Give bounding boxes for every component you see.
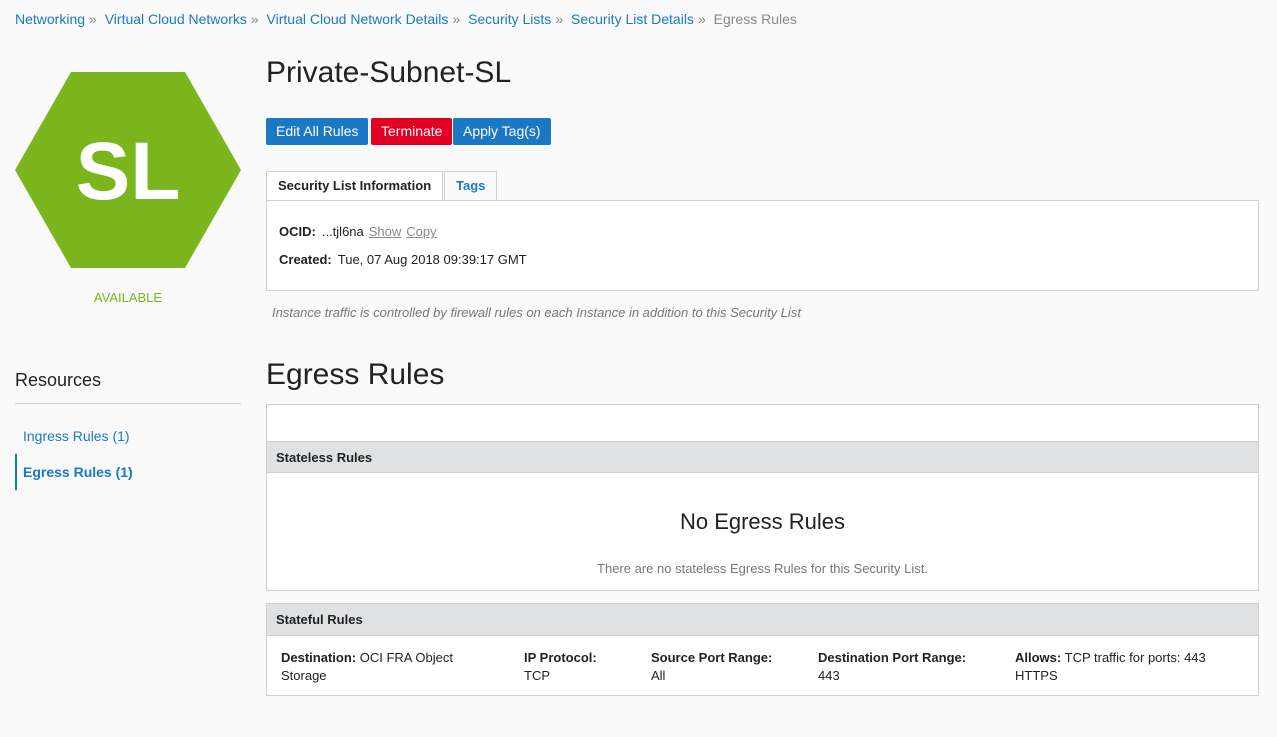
- breadcrumb-networking[interactable]: Networking: [15, 11, 85, 27]
- breadcrumb-separator: »: [89, 11, 97, 27]
- status-badge: AVAILABLE: [93, 290, 163, 305]
- tab-tags[interactable]: Tags: [444, 171, 498, 201]
- rule-allows: Allows: TCP traffic for ports: 443 HTTPS: [1015, 649, 1225, 685]
- dest-port-value: 443: [818, 668, 840, 683]
- breadcrumb-separator: »: [250, 11, 259, 27]
- page-title: Private-Subnet-SL: [266, 56, 512, 89]
- created-value: Tue, 07 Aug 2018 09:39:17 GMT: [337, 252, 527, 267]
- breadcrumb-separator: »: [555, 11, 564, 27]
- breadcrumb: Networking» Virtual Cloud Networks» Virt…: [15, 11, 797, 27]
- sidebar-item-ingress-rules[interactable]: Ingress Rules (1): [15, 418, 241, 454]
- rule-ip-protocol: IP Protocol: TCP: [524, 649, 634, 685]
- rule-source-port-range: Source Port Range: All: [651, 649, 801, 685]
- ocid-copy-link[interactable]: Copy: [406, 224, 436, 239]
- stateless-rules-header: Stateless Rules: [267, 441, 1258, 473]
- tab-security-list-information[interactable]: Security List Information: [266, 171, 444, 202]
- section-title: Egress Rules: [266, 358, 445, 391]
- source-port-value: All: [651, 668, 666, 683]
- firewall-note: Instance traffic is controlled by firewa…: [272, 305, 801, 320]
- sidebar-item-egress-rules[interactable]: Egress Rules (1): [15, 454, 241, 490]
- badge-text: SL: [76, 126, 181, 217]
- breadcrumb-current: Egress Rules: [713, 11, 797, 27]
- ocid-show-link[interactable]: Show: [369, 224, 402, 239]
- protocol-value: TCP: [524, 668, 550, 683]
- stateful-rules-header: Stateful Rules: [267, 604, 1258, 636]
- breadcrumb-security-lists[interactable]: Security Lists: [468, 11, 551, 27]
- empty-state-message: There are no stateless Egress Rules for …: [597, 561, 928, 576]
- stateless-rules-panel: Stateless Rules No Egress Rules There ar…: [266, 404, 1259, 591]
- ocid-row: OCID: ...tjl6na Show Copy: [279, 224, 437, 239]
- info-panel: OCID: ...tjl6na Show Copy Created: Tue, 07 A…: [266, 200, 1259, 291]
- resources-divider: [15, 403, 241, 404]
- apply-tags-button[interactable]: Apply Tag(s): [453, 118, 551, 145]
- breadcrumb-vcn-details[interactable]: Virtual Cloud Network Details: [267, 11, 449, 27]
- destination-label: Destination:: [281, 650, 357, 665]
- breadcrumb-separator: »: [697, 11, 706, 27]
- rule-destination-port-range: Destination Port Range: 443: [818, 649, 998, 685]
- created-row: Created: Tue, 07 Aug 2018 09:39:17 GMT: [279, 252, 527, 267]
- source-port-label: Source Port Range:: [651, 650, 773, 665]
- stateful-rules-panel: Stateful Rules Destination: OCI FRA Obje…: [266, 603, 1259, 696]
- edit-all-rules-button[interactable]: Edit All Rules: [266, 118, 369, 145]
- breadcrumb-security-list-details[interactable]: Security List Details: [571, 11, 694, 27]
- ocid-value: ...tjl6na: [321, 224, 364, 239]
- breadcrumb-separator: »: [452, 11, 461, 27]
- ocid-label: OCID:: [279, 224, 316, 239]
- resources-title: Resources: [15, 370, 102, 390]
- rule-destination: Destination: OCI FRA Object Storage: [281, 649, 481, 685]
- allows-label: Allows:: [1015, 650, 1062, 665]
- resource-badge-icon: SL: [15, 72, 241, 268]
- panel-toolbar: [267, 405, 1258, 441]
- breadcrumb-vcns[interactable]: Virtual Cloud Networks: [105, 11, 247, 27]
- dest-port-label: Destination Port Range:: [818, 650, 967, 665]
- created-label: Created:: [279, 252, 332, 267]
- empty-state-title: No Egress Rules: [679, 509, 846, 534]
- protocol-label: IP Protocol:: [524, 650, 597, 665]
- terminate-button[interactable]: Terminate: [371, 118, 453, 145]
